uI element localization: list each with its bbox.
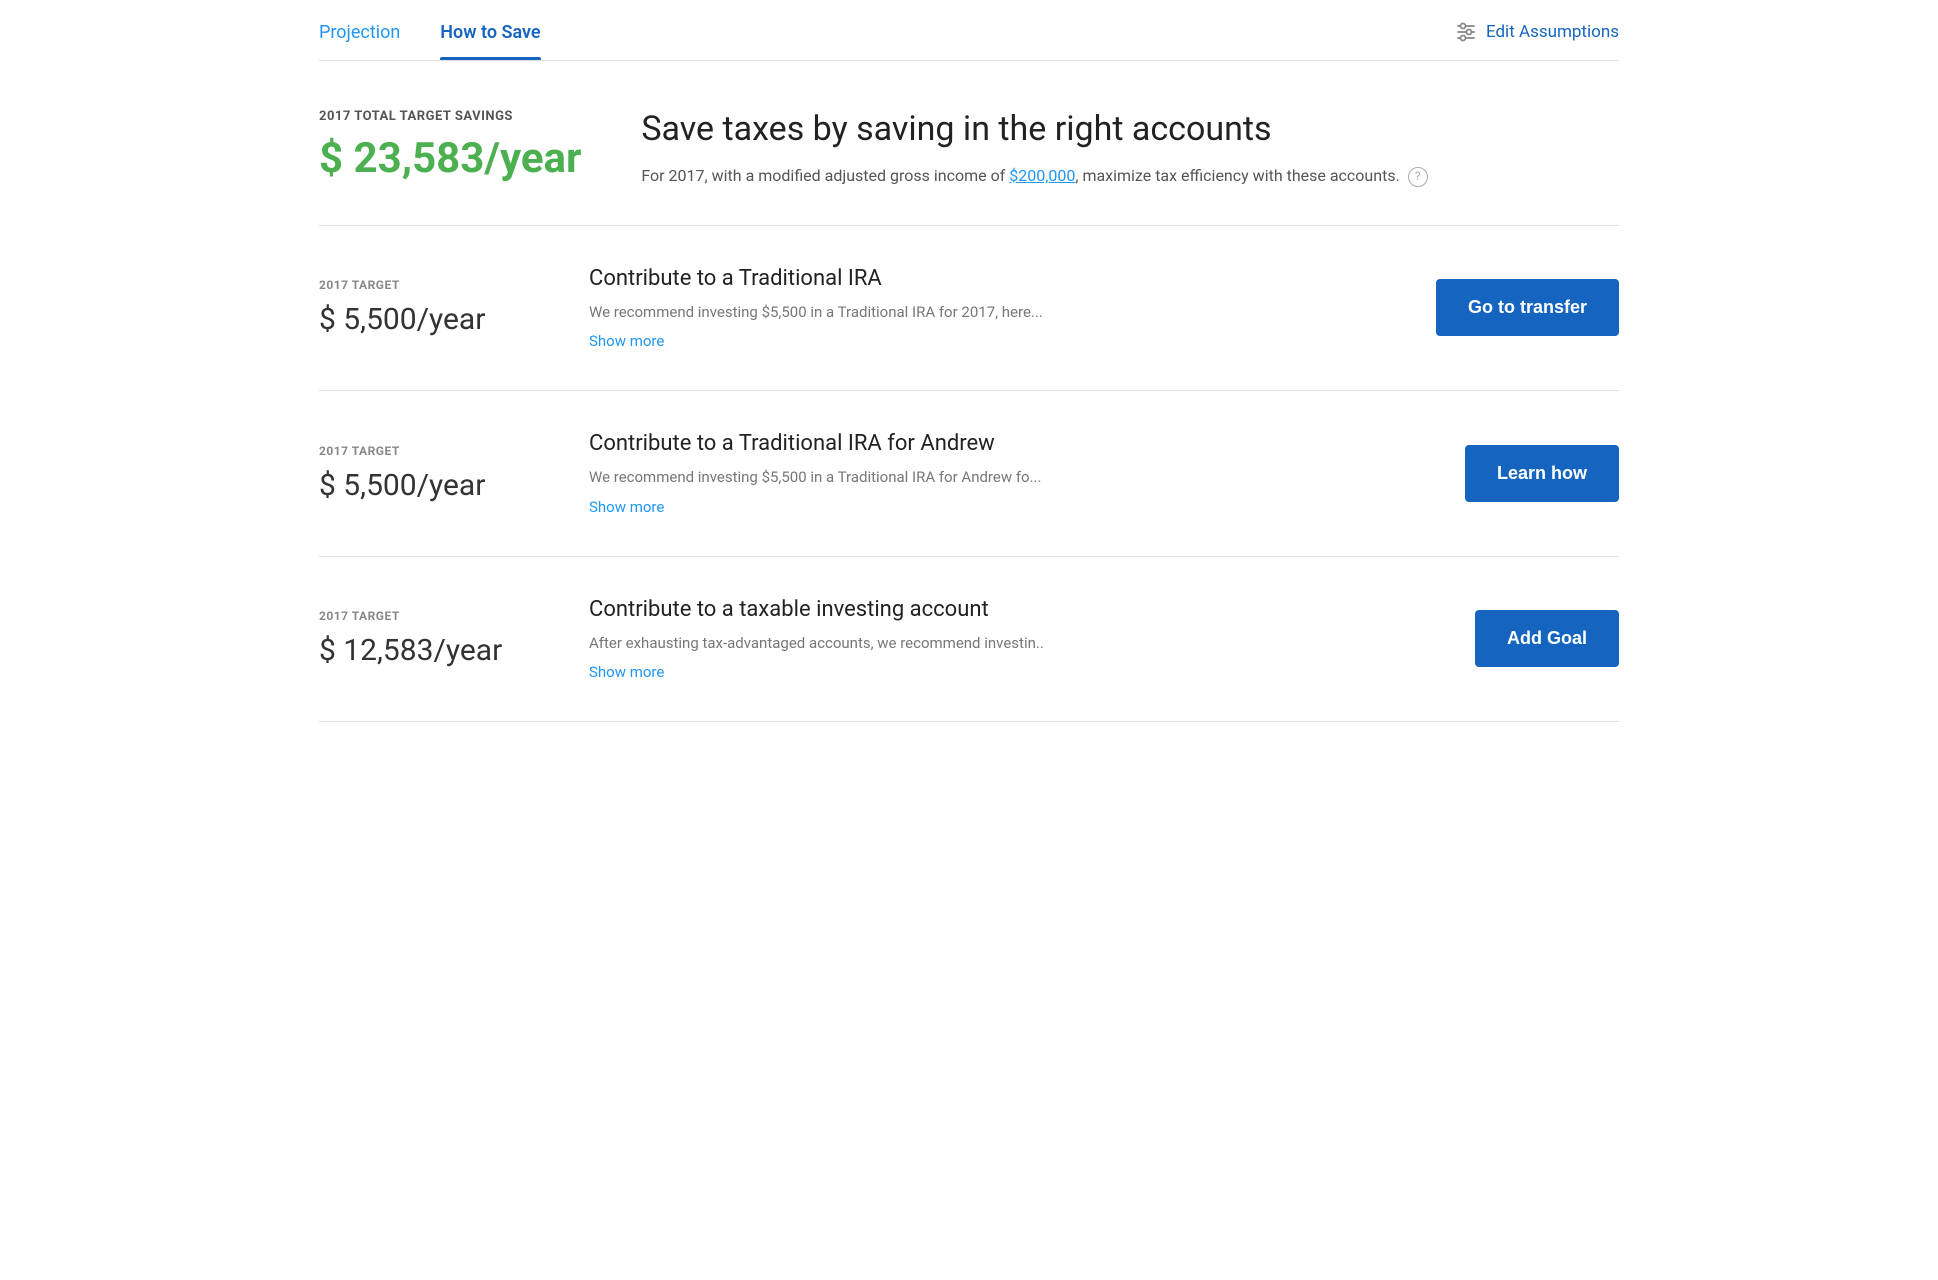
recommendation-row: 2017 TARGET $ 5,500/year Contribute to a…: [319, 391, 1619, 557]
hero-section: 2017 TOTAL TARGET SAVINGS $ 23,583/year …: [319, 61, 1619, 226]
action-btn-2[interactable]: Add Goal: [1475, 610, 1619, 667]
hero-left: 2017 TOTAL TARGET SAVINGS $ 23,583/year: [319, 109, 581, 183]
rec-amount-1: $ 5,500/year: [319, 468, 549, 503]
recommendations-list: 2017 TARGET $ 5,500/year Contribute to a…: [319, 226, 1619, 723]
rec-amount-2: $ 12,583/year: [319, 633, 549, 668]
rec-year-label-1: 2017 TARGET: [319, 444, 549, 458]
tabs-left: Projection How to Save: [319, 22, 541, 59]
hero-title: Save taxes by saving in the right accoun…: [641, 109, 1619, 149]
recommendation-row: 2017 TARGET $ 5,500/year Contribute to a…: [319, 226, 1619, 392]
sliders-icon: [1454, 20, 1478, 44]
hero-description: For 2017, with a modified adjusted gross…: [641, 163, 1619, 189]
rec-title-0: Contribute to a Traditional IRA: [589, 266, 1359, 291]
action-btn-0[interactable]: Go to transfer: [1436, 279, 1619, 336]
info-icon[interactable]: ?: [1408, 167, 1428, 187]
rec-title-1: Contribute to a Traditional IRA for Andr…: [589, 431, 1359, 456]
show-more-link-2[interactable]: Show more: [589, 663, 664, 681]
action-btn-1[interactable]: Learn how: [1465, 445, 1619, 502]
rec-left-0: 2017 TARGET $ 5,500/year: [319, 278, 549, 337]
show-more-link-0[interactable]: Show more: [589, 332, 664, 350]
hero-label: 2017 TOTAL TARGET SAVINGS: [319, 109, 581, 124]
tab-projection[interactable]: Projection: [319, 22, 400, 59]
edit-assumptions-label: Edit Assumptions: [1486, 22, 1619, 42]
rec-left-2: 2017 TARGET $ 12,583/year: [319, 609, 549, 668]
rec-left-1: 2017 TARGET $ 5,500/year: [319, 444, 549, 503]
hero-description-post: , maximize tax efficiency with these acc…: [1075, 166, 1399, 185]
rec-year-label-2: 2017 TARGET: [319, 609, 549, 623]
rec-year-label-0: 2017 TARGET: [319, 278, 549, 292]
income-link[interactable]: $200,000: [1009, 166, 1075, 185]
rec-content-0: Contribute to a Traditional IRA We recom…: [589, 266, 1359, 351]
tabs-bar: Projection How to Save Edit Assumptions: [319, 0, 1619, 61]
rec-description-1: We recommend investing $5,500 in a Tradi…: [589, 466, 1359, 489]
rec-action-1: Learn how: [1399, 445, 1619, 502]
hero-description-pre: For 2017, with a modified adjusted gross…: [641, 166, 1009, 185]
recommendation-row: 2017 TARGET $ 12,583/year Contribute to …: [319, 557, 1619, 723]
rec-action-2: Add Goal: [1399, 610, 1619, 667]
hero-right: Save taxes by saving in the right accoun…: [641, 109, 1619, 189]
rec-description-2: After exhausting tax-advantaged accounts…: [589, 632, 1359, 655]
rec-description-0: We recommend investing $5,500 in a Tradi…: [589, 301, 1359, 324]
tab-how-to-save[interactable]: How to Save: [440, 22, 540, 59]
rec-amount-0: $ 5,500/year: [319, 302, 549, 337]
rec-content-2: Contribute to a taxable investing accoun…: [589, 597, 1359, 682]
rec-content-1: Contribute to a Traditional IRA for Andr…: [589, 431, 1359, 516]
edit-assumptions-button[interactable]: Edit Assumptions: [1454, 20, 1619, 60]
hero-amount: $ 23,583/year: [319, 134, 581, 183]
rec-action-0: Go to transfer: [1399, 279, 1619, 336]
rec-title-2: Contribute to a taxable investing accoun…: [589, 597, 1359, 622]
show-more-link-1[interactable]: Show more: [589, 498, 664, 516]
